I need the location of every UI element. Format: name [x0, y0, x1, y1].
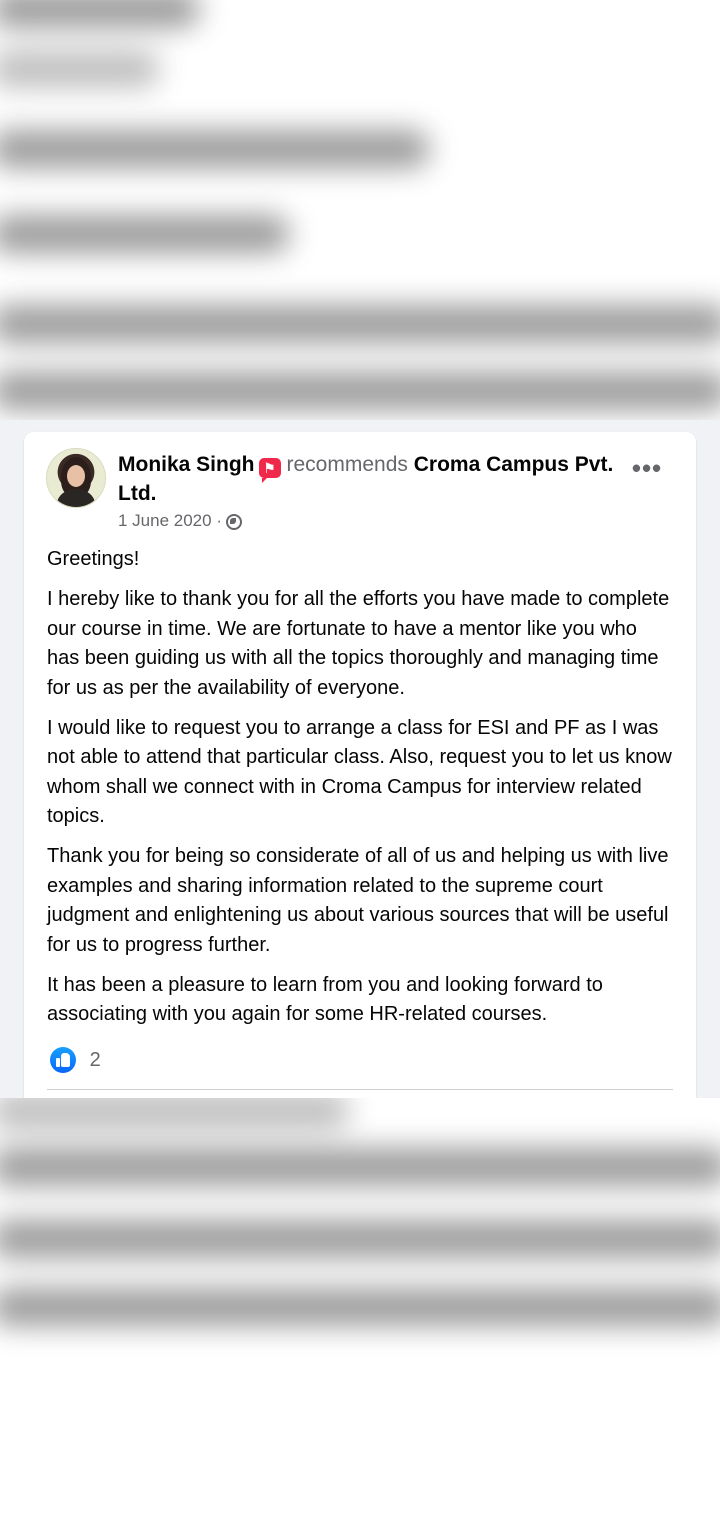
post-paragraph: I hereby like to thank you for all the e… [47, 588, 670, 699]
blur-fade [0, 1370, 720, 1520]
post-date[interactable]: 1 June 2020 [118, 511, 212, 530]
globe-icon [226, 514, 242, 530]
blurred-background-bottom [0, 1098, 720, 1520]
page: Monika Singh ⚑ recommends Croma Campus Pvt… [0, 0, 720, 1520]
post-paragraph: It has been a pleasure to learn from you… [47, 973, 603, 1026]
author-name[interactable]: Monika Singh [118, 453, 255, 476]
post-header: Monika Singh ⚑ recommends Croma Campus Pvt… [24, 432, 696, 542]
recommendation-post: Monika Singh ⚑ recommends Croma Campus Pvt… [24, 432, 696, 1098]
author-avatar[interactable] [46, 448, 106, 508]
action-text: recommends [286, 453, 408, 476]
blurred-background-top [0, 0, 720, 420]
post-content: Greetings! I hereby like to thank you fo… [47, 545, 673, 1040]
recommendation-badge-icon: ⚑ [258, 458, 281, 483]
post-paragraph: Greetings! [47, 548, 140, 570]
post-title-line: Monika Singh ⚑ recommends Croma Campus Pvt… [118, 450, 638, 508]
post-paragraph: I would like to request you to arrange a… [47, 716, 672, 828]
reaction-summary[interactable]: 2 [50, 1047, 101, 1073]
post-meta: 1 June 2020 · [118, 510, 242, 532]
reaction-count: 2 [89, 1049, 101, 1071]
more-options-icon[interactable]: ••• [630, 455, 664, 484]
like-icon [50, 1047, 76, 1073]
date-separator: · [216, 511, 222, 530]
post-paragraph: Thank you for being so considerate of al… [47, 845, 669, 956]
divider [47, 1089, 673, 1090]
